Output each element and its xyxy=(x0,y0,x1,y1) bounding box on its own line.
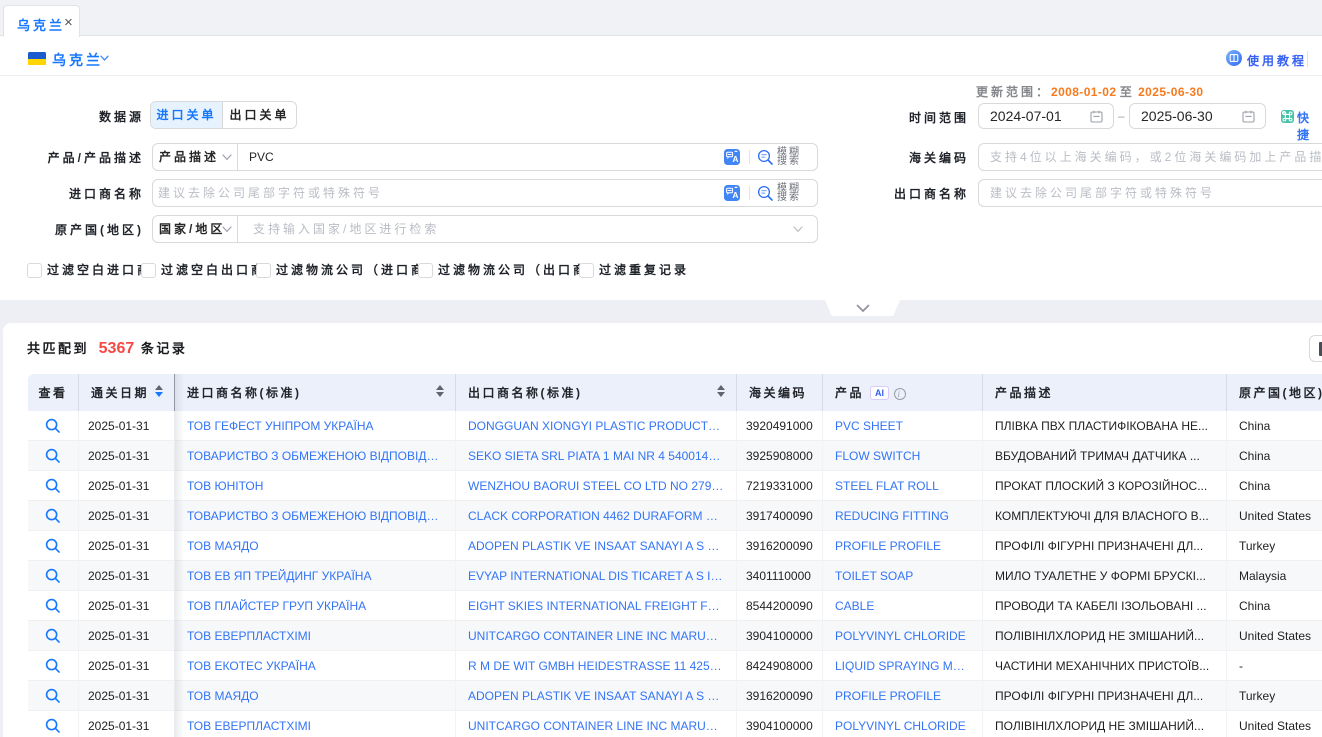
svg-text:A: A xyxy=(732,190,738,200)
svg-text:A: A xyxy=(732,154,738,164)
